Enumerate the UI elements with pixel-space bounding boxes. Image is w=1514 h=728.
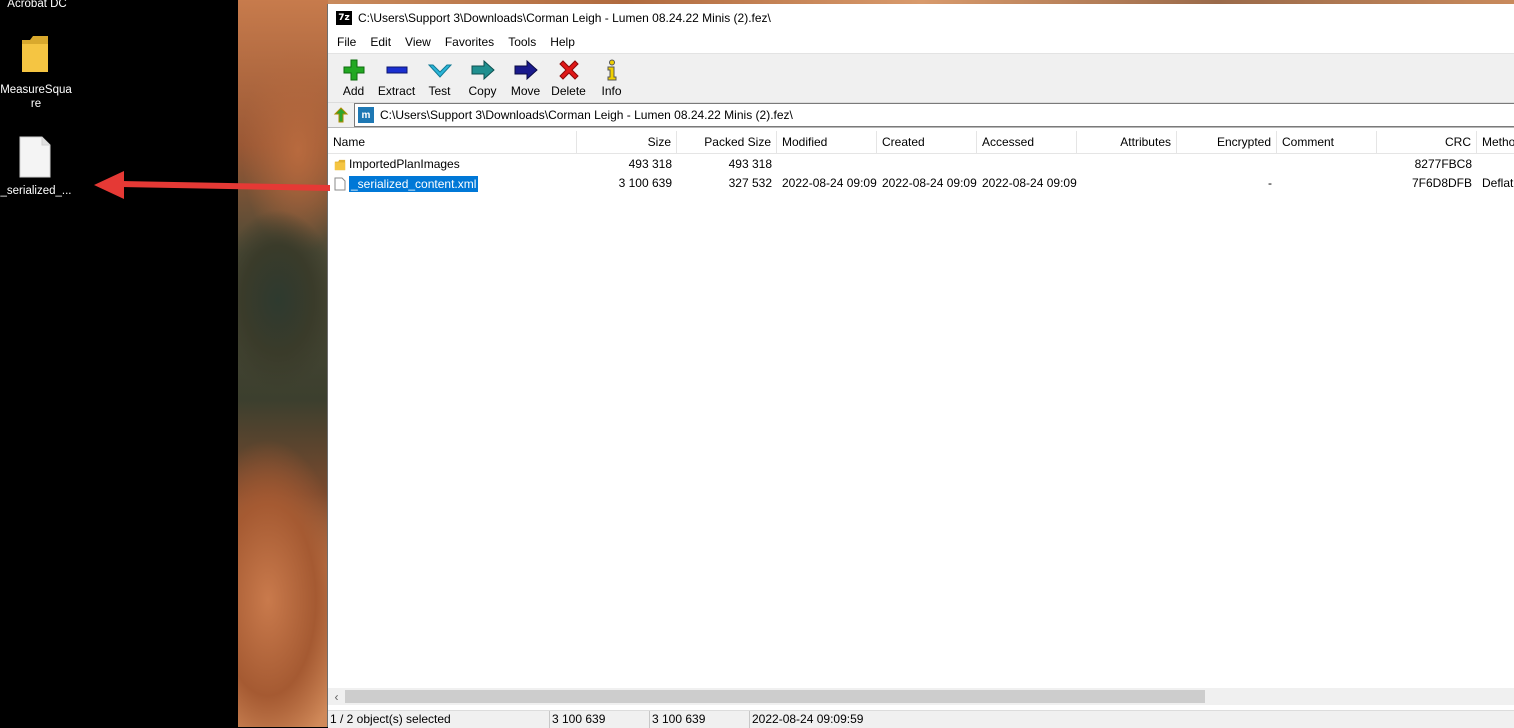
attributes-cell [1077,174,1177,193]
encrypted-cell [1177,155,1277,174]
desktop-icon-label: MeasureSqua [0,84,72,96]
title-bar[interactable]: 7z C:\Users\Support 3\Downloads\Corman L… [328,4,1514,31]
test-label: Test [428,84,451,98]
file-icon [334,177,346,190]
extract-button[interactable]: Extract [375,54,418,98]
desktop-icon-label: _serialized_... [0,185,72,197]
modified-cell [777,155,877,174]
status-size: 3 100 639 [550,711,650,728]
attributes-cell [1077,155,1177,174]
status-date: 2022-08-24 09:09:59 [752,712,864,726]
file-name: _serialized_content.xml [347,174,480,193]
status-packed-size: 3 100 639 [650,711,750,728]
horizontal-scrollbar[interactable]: ‹ [328,688,1514,705]
copy-button[interactable]: Copy [461,54,504,98]
column-header-method[interactable]: Metho [1477,131,1514,153]
app-icon: 7z [336,10,352,25]
method-cell: Deflat [1482,176,1514,190]
size-cell: 493 318 [628,157,672,171]
delete-button[interactable]: Delete [547,54,590,98]
table-row[interactable]: ImportedPlanImages 493 318 493 318 8277F… [328,155,1514,174]
status-selection: 1 / 2 object(s) selected [328,711,550,728]
column-header-attributes[interactable]: Attributes [1077,131,1177,153]
column-header-encrypted[interactable]: Encrypted [1177,131,1277,153]
menu-help[interactable]: Help [543,32,582,52]
path-field[interactable]: m C:\Users\Support 3\Downloads\Corman Le… [354,103,1514,127]
column-header-row: Name Size Packed Size Modified Created A… [328,131,1514,154]
menu-favorites[interactable]: Favorites [438,32,501,52]
comment-cell [1277,174,1377,193]
sevenzip-window: 7z C:\Users\Support 3\Downloads\Corman L… [327,4,1514,728]
copy-label: Copy [468,84,497,98]
toolbar: Add Extract Test Copy Move Delete Info [328,53,1514,102]
address-bar: m C:\Users\Support 3\Downloads\Corman Le… [328,102,1514,128]
size-cell: 3 100 639 [618,176,672,190]
packed-size-cell: 493 318 [728,157,772,171]
delete-label: Delete [551,84,586,98]
move-arrow-icon [514,59,538,81]
table-row-selected[interactable]: _serialized_content.xml 3 100 639 327 53… [328,174,1514,193]
created-cell: 2022-08-24 09:09 [882,176,977,190]
checkmark-icon [427,59,452,81]
column-header-comment[interactable]: Comment [1277,131,1377,153]
annotation-arrow-icon [94,171,330,199]
accessed-cell [977,155,1077,174]
up-folder-button[interactable] [328,104,354,126]
method-cell [1477,155,1514,174]
column-header-crc[interactable]: CRC [1377,131,1477,153]
menu-view[interactable]: View [398,32,438,52]
modified-cell: 2022-08-24 09:09 [782,176,877,190]
created-cell [877,155,977,174]
name-cell: _serialized_content.xml [328,174,577,193]
desktop-icon-serialized[interactable]: _serialized_... [0,132,72,202]
info-button[interactable]: Info [590,54,633,98]
encrypted-cell: - [1268,176,1272,190]
path-text: C:\Users\Support 3\Downloads\Corman Leig… [380,108,793,122]
accessed-cell: 2022-08-24 09:09 [982,176,1077,190]
column-header-created[interactable]: Created [877,131,977,153]
menu-bar: File Edit View Favorites Tools Help [328,31,1514,53]
scrollbar-thumb[interactable] [345,690,1205,703]
scroll-left-icon[interactable]: ‹ [328,688,345,705]
crc-cell: 8277FBC8 [1414,157,1472,171]
copy-arrow-icon [471,59,495,81]
info-icon [600,59,624,81]
folder-icon [334,159,346,170]
column-header-accessed[interactable]: Accessed [977,131,1077,153]
move-label: Move [510,84,541,98]
desktop-label-acrobat[interactable]: Acrobat DC [2,0,72,11]
add-label: Add [342,84,365,98]
extract-label: Extract [377,84,416,98]
window-title: C:\Users\Support 3\Downloads\Corman Leig… [358,10,771,25]
desktop-wallpaper [238,0,328,727]
info-label: Info [601,84,622,98]
comment-cell [1277,155,1377,174]
packed-size-cell: 327 532 [728,176,772,190]
archive-icon: m [358,107,374,123]
up-arrow-icon [333,107,349,123]
menu-file[interactable]: File [330,32,363,52]
add-button[interactable]: Add [332,54,375,98]
minus-icon [385,59,409,81]
column-header-size[interactable]: Size [577,131,677,153]
crc-cell: 7F6D8DFB [1411,176,1472,190]
desktop: Acrobat DC MeasureSqua re _serialized_..… [0,0,238,727]
column-header-modified[interactable]: Modified [777,131,877,153]
status-bar: 1 / 2 object(s) selected 3 100 639 3 100… [328,710,1514,728]
column-header-name[interactable]: Name [328,131,577,153]
test-button[interactable]: Test [418,54,461,98]
menu-edit[interactable]: Edit [363,32,398,52]
file-icon [19,136,51,178]
plus-icon [342,59,366,81]
name-cell: ImportedPlanImages [328,155,577,174]
column-header-packed-size[interactable]: Packed Size [677,131,777,153]
desktop-icon-label-line2: re [30,98,42,110]
move-button[interactable]: Move [504,54,547,98]
file-name: ImportedPlanImages [349,157,460,171]
desktop-icon-measuresquare[interactable]: MeasureSqua re [0,30,72,115]
delete-x-icon [557,59,581,81]
folder-icon [22,36,48,72]
menu-tools[interactable]: Tools [501,32,543,52]
